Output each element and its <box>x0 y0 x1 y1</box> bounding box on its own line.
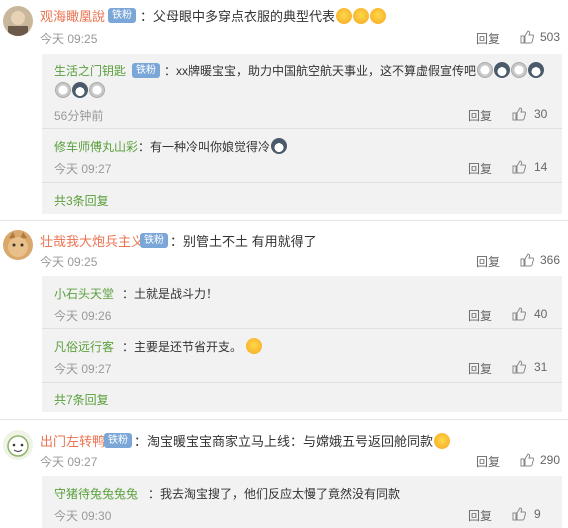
fan-badge: 铁粉 <box>104 433 132 448</box>
reply-time: 56分钟前 <box>54 109 104 123</box>
thumbs-up-icon[interactable] <box>512 307 526 321</box>
reply-divider <box>42 328 562 329</box>
reply-username[interactable]: 小石头天堂 <box>54 285 114 302</box>
like-count: 31 <box>534 360 548 374</box>
reply-button[interactable]: 回复 <box>468 507 492 524</box>
comment-username[interactable]: 壮哉我大炮兵主义 <box>40 231 144 250</box>
comment-username[interactable]: 出门左转鸭 <box>40 431 105 450</box>
reply-time: 今天 09:27 <box>54 362 112 376</box>
like-count: 503 <box>540 30 561 44</box>
comment-divider <box>0 220 568 221</box>
like-count: 366 <box>540 253 561 267</box>
reply-emoji-row <box>54 82 105 100</box>
smile-emoji-icon <box>370 8 387 24</box>
husky-emoji-icon <box>528 62 545 78</box>
more-replies-link[interactable]: 共3条回复 <box>54 192 109 209</box>
reply-text: ：土就是战斗力！ <box>122 287 219 301</box>
reply-button[interactable]: 回复 <box>476 30 500 47</box>
reply-button[interactable]: 回复 <box>476 253 500 270</box>
comment-divider <box>0 419 568 420</box>
fan-badge: 铁粉 <box>140 233 168 248</box>
reply-divider <box>42 128 562 129</box>
comment-text: ：淘宝暖宝宝商家立马上线：与嫦娥五号返回舱同款 <box>134 431 451 450</box>
reply-text-body: ：有一种冷叫你娘觉得冷 <box>138 140 271 154</box>
like-count: 9 <box>534 507 541 521</box>
reply-text: ：我去淘宝搜了，他们反应太慢了竟然没有同款 <box>148 487 401 501</box>
comment-text-body: 淘宝暖宝宝商家立马上线：与嫦娥五号返回舱同款 <box>147 434 434 449</box>
husky-emoji-icon <box>271 138 288 154</box>
reply-button[interactable]: 回复 <box>468 160 492 177</box>
comment-time: 今天 09:25 <box>40 255 98 269</box>
avatar[interactable] <box>3 430 33 460</box>
cat-emoji-icon <box>55 82 71 98</box>
like-count: 290 <box>540 453 561 467</box>
husky-emoji-icon <box>72 82 88 98</box>
thumbs-up-icon[interactable] <box>512 160 526 174</box>
smile-emoji-icon <box>353 8 370 24</box>
smile-emoji-icon <box>336 8 353 24</box>
comment-text-body: 父母眼中多穿点衣服的典型代表 <box>153 9 336 24</box>
smile-emoji-icon <box>246 338 263 354</box>
reply-time: 今天 09:30 <box>54 509 112 523</box>
comment-time: 今天 09:27 <box>40 455 98 469</box>
reply-divider <box>42 382 562 383</box>
husky-emoji-icon <box>494 62 511 78</box>
reply-button[interactable]: 回复 <box>468 307 492 324</box>
reply-username[interactable]: 修车师傅丸山彩 <box>54 138 138 155</box>
thumbs-up-icon[interactable] <box>512 107 526 121</box>
reply-button[interactable]: 回复 <box>476 453 500 470</box>
like-count: 30 <box>534 107 548 121</box>
reply-box: 守猪待兔兔兔兔 ：我去淘宝搜了，他们反应太慢了竟然没有同款 今天 09:30 回… <box>42 476 562 528</box>
reply-username[interactable]: 凡俗远行客 <box>54 338 114 355</box>
thumbs-up-icon[interactable] <box>520 253 534 267</box>
cat-emoji-icon <box>477 62 494 78</box>
avatar[interactable] <box>3 230 33 260</box>
reply-divider <box>42 182 562 183</box>
more-replies-link[interactable]: 共7条回复 <box>54 391 109 408</box>
comment-time: 今天 09:25 <box>40 32 98 46</box>
reply-text: ：xx牌暖宝宝，助力中国航空航天事业，这不算虚假宣传吧 <box>164 62 545 79</box>
smile-emoji-icon <box>434 433 451 449</box>
like-count: 40 <box>534 307 548 321</box>
reply-time: 今天 09:26 <box>54 309 112 323</box>
cat-emoji-icon <box>511 62 528 78</box>
thumbs-up-icon[interactable] <box>512 507 526 521</box>
comment-text-body: 别管土不土 有用就得了 <box>183 234 317 249</box>
comment-text: ：父母眼中多穿点衣服的典型代表 <box>140 6 387 25</box>
thumbs-up-icon[interactable] <box>520 30 534 44</box>
reply-text: ：主要是还节省开支。 <box>122 338 263 355</box>
reply-box: 小石头天堂 ：土就是战斗力！ 今天 09:26 回复 40 凡俗远行客 ：主要是… <box>42 276 562 412</box>
reply-username[interactable]: 生活之门钥匙 <box>54 62 126 79</box>
like-count: 14 <box>534 160 548 174</box>
reply-button[interactable]: 回复 <box>468 107 492 124</box>
comment-text: ：别管土不土 有用就得了 <box>170 234 317 249</box>
reply-text-body: ：主要是还节省开支。 <box>122 340 243 354</box>
thumbs-up-icon[interactable] <box>512 360 526 374</box>
fan-badge: 铁粉 <box>132 63 160 78</box>
avatar[interactable] <box>3 6 33 36</box>
reply-time: 今天 09:27 <box>54 162 112 176</box>
reply-text: ：有一种冷叫你娘觉得冷 <box>138 138 288 155</box>
comment-username[interactable]: 观海瞰凰說 <box>40 6 105 25</box>
reply-button[interactable]: 回复 <box>468 360 492 377</box>
cat-emoji-icon <box>89 82 105 98</box>
reply-text-body: ：xx牌暖宝宝，助力中国航空航天事业，这不算虚假宣传吧 <box>164 64 477 78</box>
thumbs-up-icon[interactable] <box>520 453 534 467</box>
reply-username[interactable]: 守猪待兔兔兔兔 <box>54 485 138 502</box>
fan-badge: 铁粉 <box>108 8 136 23</box>
reply-box: 生活之门钥匙 铁粉 ：xx牌暖宝宝，助力中国航空航天事业，这不算虚假宣传吧 56… <box>42 54 562 214</box>
